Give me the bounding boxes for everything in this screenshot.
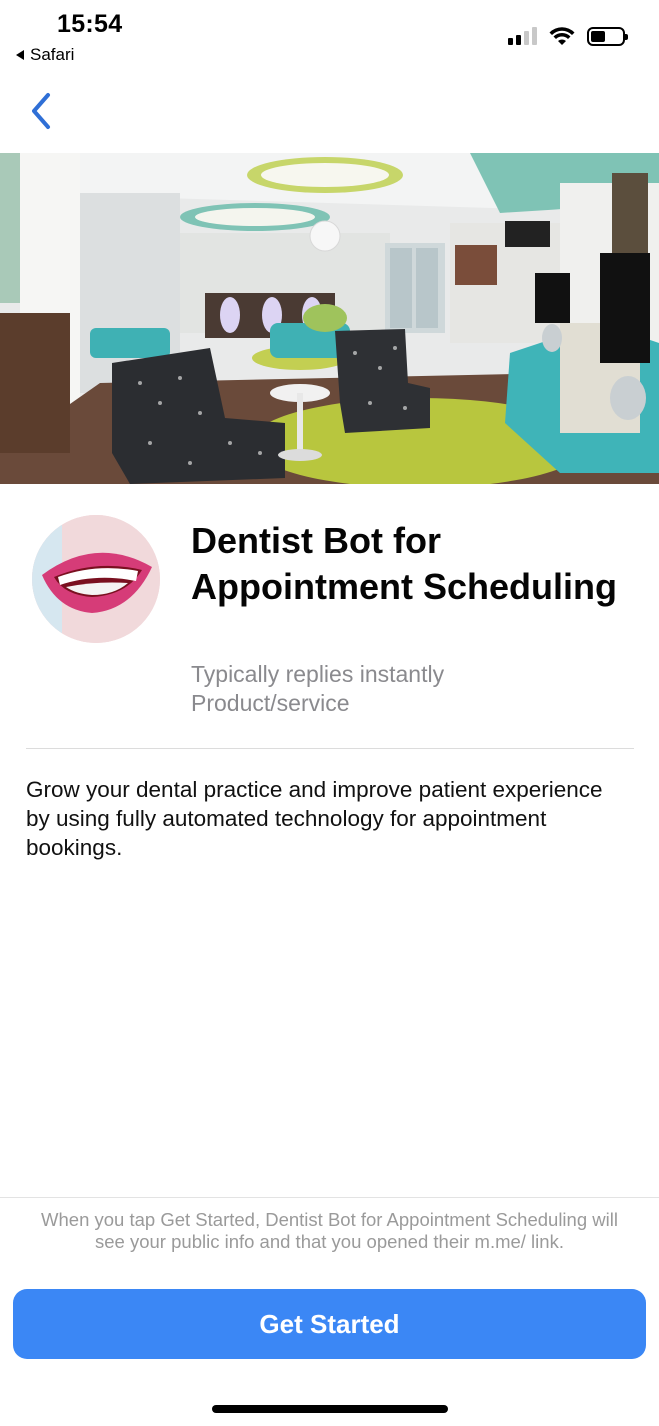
- smile-teeth-avatar: [32, 515, 160, 643]
- status-icons: [508, 26, 628, 46]
- cover-image: [0, 153, 659, 484]
- waiting-room-photo: [0, 153, 659, 484]
- home-indicator[interactable]: [212, 1405, 448, 1413]
- bot-meta: Typically replies instantly Product/serv…: [191, 660, 444, 718]
- divider: [26, 748, 634, 749]
- battery-icon: [587, 26, 628, 46]
- page-category: Product/service: [191, 690, 350, 716]
- wifi-icon: [549, 27, 575, 45]
- bot-name: Dentist Bot for Appointment Scheduling: [191, 520, 617, 607]
- back-triangle-icon: [16, 50, 24, 60]
- cellular-signal-icon: [508, 27, 537, 45]
- status-time: 15:54: [57, 10, 123, 38]
- back-app-label: Safari: [30, 45, 75, 64]
- consent-notice: When you tap Get Started, Dentist Bot fo…: [41, 1209, 618, 1252]
- response-time: Typically replies instantly: [191, 661, 445, 687]
- bot-avatar: [32, 515, 160, 643]
- bot-description: Grow your dental practice and improve pa…: [26, 777, 603, 860]
- chevron-left-icon: [32, 93, 50, 129]
- status-bar: 15:54 Safari: [0, 0, 659, 76]
- nav-back-button[interactable]: [26, 90, 60, 134]
- get-started-button[interactable]: Get Started: [13, 1289, 646, 1359]
- footer-divider: [0, 1197, 659, 1198]
- back-to-app-link[interactable]: Safari: [16, 45, 74, 65]
